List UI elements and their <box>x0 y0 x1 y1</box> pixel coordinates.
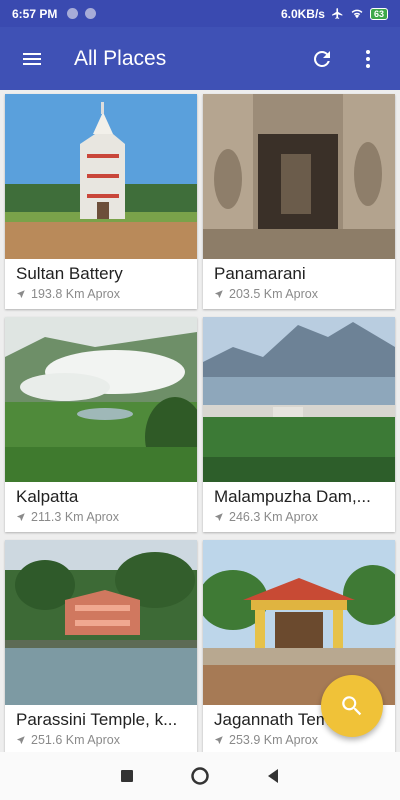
place-photo <box>5 540 197 705</box>
search-fab[interactable] <box>321 675 383 737</box>
menu-icon <box>23 52 41 65</box>
system-nav-bar <box>0 752 400 800</box>
square-icon <box>120 770 133 782</box>
navigation-arrow-icon <box>17 290 25 298</box>
place-name: Malampuzha Dam,... <box>214 487 371 506</box>
page-title: All Places <box>74 46 167 70</box>
place-distance: 211.3 Km Aprox <box>31 510 120 524</box>
more-options-button[interactable] <box>352 43 384 75</box>
place-distance: 253.9 Km Aprox <box>229 733 318 747</box>
airplane-icon <box>332 8 343 19</box>
place-name: Kalpatta <box>16 487 79 506</box>
place-card[interactable]: Parassini Temple, k... 251.6 Km Aprox <box>5 540 197 752</box>
place-name: Parassini Temple, k... <box>16 710 178 729</box>
place-distance-row: 246.3 Km Aprox <box>203 507 395 524</box>
place-distance-row: 211.3 Km Aprox <box>5 507 197 524</box>
place-distance-row: 251.6 Km Aprox <box>5 730 197 747</box>
app-bar: All Places <box>0 27 400 90</box>
circle-icon <box>191 767 209 785</box>
notification-icon <box>85 8 97 19</box>
status-bar: 6:57 PM 6.0KB/s 63 <box>0 0 400 27</box>
search-icon <box>342 696 362 716</box>
back-button[interactable] <box>258 761 288 791</box>
place-name: Sultan Battery <box>16 264 123 283</box>
places-grid[interactable]: Sultan Battery 193.8 Km Aprox Panamarani… <box>0 90 400 752</box>
navigation-arrow-icon <box>17 513 25 521</box>
place-card[interactable]: Sultan Battery 193.8 Km Aprox <box>5 94 197 309</box>
home-button[interactable] <box>185 761 215 791</box>
notification-icon <box>67 8 79 19</box>
place-photo <box>203 317 395 482</box>
status-time: 6:57 PM <box>12 6 58 21</box>
place-distance: 246.3 Km Aprox <box>229 510 318 524</box>
place-name: Panamarani <box>214 264 306 283</box>
wifi-icon <box>351 9 363 19</box>
navigation-arrow-icon <box>17 736 25 744</box>
place-distance: 251.6 Km Aprox <box>31 733 120 747</box>
place-card[interactable]: Malampuzha Dam,... 246.3 Km Aprox <box>203 317 395 532</box>
recents-button[interactable] <box>112 761 142 791</box>
place-distance-row: 193.8 Km Aprox <box>5 284 197 301</box>
navigation-arrow-icon <box>215 736 223 744</box>
navigation-arrow-icon <box>215 290 223 298</box>
place-card[interactable]: Panamarani 203.5 Km Aprox <box>203 94 395 309</box>
network-speed: 6.0KB/s <box>280 6 325 21</box>
place-distance: 193.8 Km Aprox <box>31 287 120 301</box>
battery-indicator: 63 <box>369 7 388 20</box>
menu-button[interactable] <box>16 43 48 75</box>
refresh-icon <box>314 50 330 67</box>
more-vert-icon <box>366 49 370 68</box>
place-photo <box>5 317 197 482</box>
place-card[interactable]: Kalpatta 211.3 Km Aprox <box>5 317 197 532</box>
place-photo <box>5 94 197 259</box>
refresh-button[interactable] <box>306 43 338 75</box>
place-photo <box>203 94 395 259</box>
back-triangle-icon <box>268 769 279 783</box>
place-distance: 203.5 Km Aprox <box>229 287 318 301</box>
navigation-arrow-icon <box>215 513 223 521</box>
place-distance-row: 203.5 Km Aprox <box>203 284 395 301</box>
